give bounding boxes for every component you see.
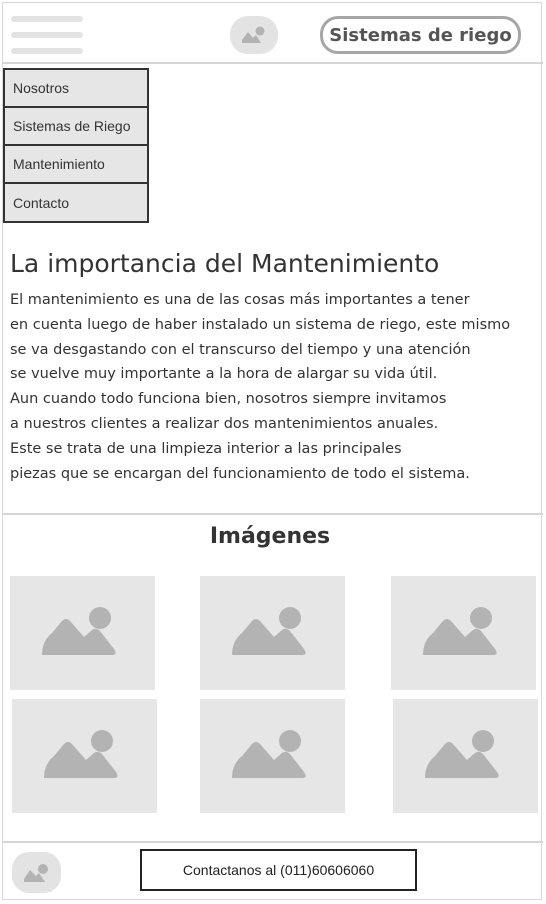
article-line: Aun cuando todo funciona bien, nosotros …	[10, 391, 447, 408]
article-line: en cuenta luego de haber instalado un si…	[10, 316, 511, 333]
image-placeholder-icon	[41, 607, 116, 655]
gallery-image-5[interactable]	[200, 699, 345, 813]
gallery-image-2[interactable]	[200, 576, 345, 690]
image-placeholder-icon	[422, 607, 497, 655]
section-divider	[3, 513, 543, 515]
gallery-image-6[interactable]	[393, 699, 538, 813]
image-placeholder-icon	[424, 730, 499, 778]
image-placeholder-icon	[231, 607, 306, 655]
article-body: El mantenimiento es una de las cosas más…	[10, 288, 540, 486]
article-line: piezas que se encargan del funcionamient…	[10, 465, 470, 482]
footer: Contactanos al (011)60606060	[3, 841, 543, 900]
article-title: La importancia del Mantenimiento	[10, 249, 440, 278]
article-line: se va desgastando con el transcurso del …	[10, 341, 471, 358]
gallery-image-1[interactable]	[10, 576, 155, 690]
contact-phone-button[interactable]: Contactanos al (011)60606060	[140, 849, 417, 891]
image-placeholder-icon	[43, 730, 118, 778]
gallery-image-3[interactable]	[391, 576, 536, 690]
image-placeholder-icon	[242, 26, 265, 43]
hamburger-menu-icon[interactable]	[11, 16, 83, 56]
gallery-image-4[interactable]	[12, 699, 157, 813]
article-line: se vuelve muy importante a la hora de al…	[10, 366, 438, 383]
menu-item-nosotros[interactable]: Nosotros	[3, 68, 149, 108]
menu-item-sistemas-de-riego[interactable]: Sistemas de Riego	[3, 106, 149, 146]
menu-item-contacto[interactable]: Contacto	[3, 182, 149, 223]
gallery-title: Imágenes	[209, 524, 331, 549]
article-line: a nuestros clientes a realizar dos mante…	[10, 415, 439, 432]
article-line: Este se trata de una limpieza interior a…	[10, 440, 402, 457]
menu-item-mantenimiento[interactable]: Mantenimiento	[3, 144, 149, 184]
sistemas-de-riego-button[interactable]: Sistemas de riego	[320, 16, 521, 54]
side-menu: Nosotros Sistemas de Riego Mantenimiento…	[3, 68, 149, 223]
footer-logo-placeholder[interactable]	[12, 852, 61, 893]
header: Sistemas de riego	[3, 3, 543, 64]
article-line: El mantenimiento es una de las cosas más…	[10, 292, 470, 308]
image-placeholder-icon	[231, 730, 306, 778]
image-placeholder-icon	[23, 863, 48, 882]
logo-placeholder[interactable]	[230, 16, 278, 54]
